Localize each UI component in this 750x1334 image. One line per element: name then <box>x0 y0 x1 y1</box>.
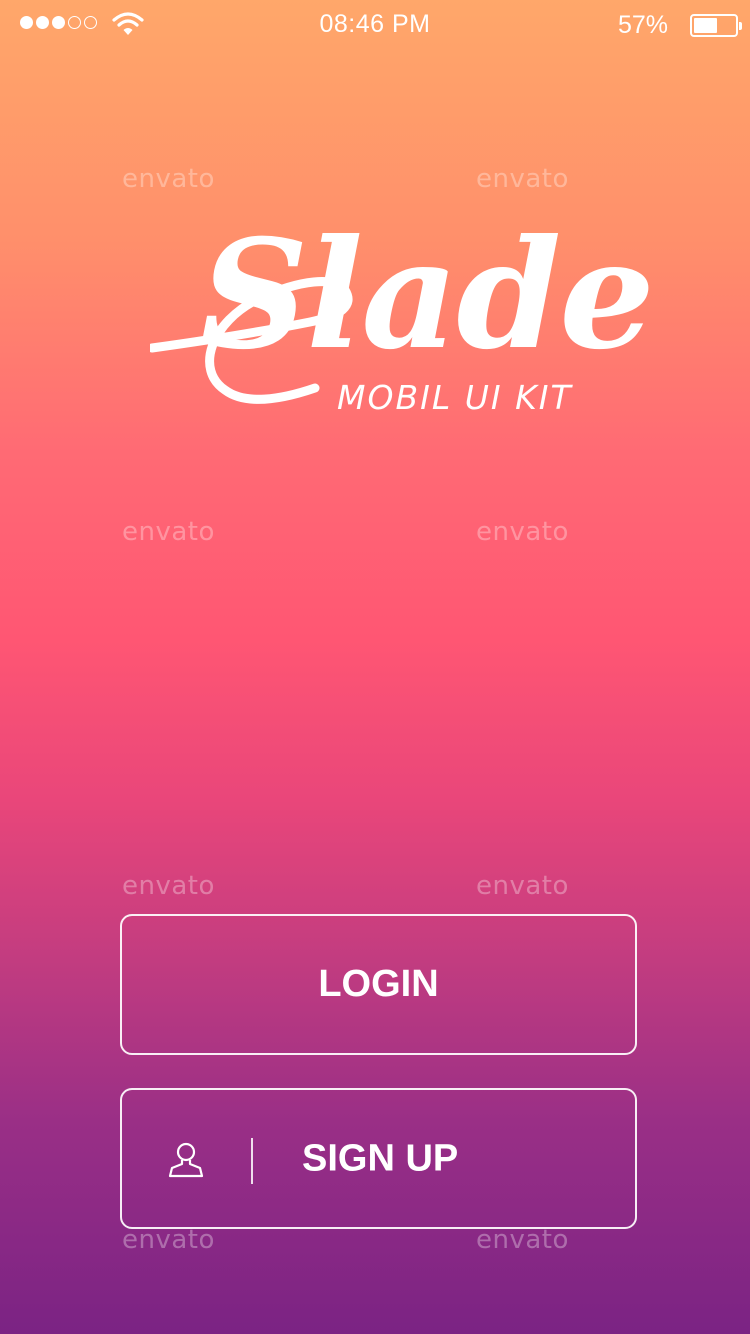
watermark: envato <box>122 164 215 194</box>
logo-subtitle: MOBIL UI KIT <box>337 378 573 417</box>
signup-label: SIGN UP <box>302 1137 459 1179</box>
watermark: envato <box>476 1225 569 1255</box>
logo-wordmark: Slade <box>200 207 655 383</box>
login-button[interactable]: LOGIN <box>120 914 637 1055</box>
battery-percentage: 57% <box>617 11 668 39</box>
watermark: envato <box>476 871 569 901</box>
signup-divider <box>251 1138 253 1184</box>
status-bar: 08:46 PM 57% <box>0 0 750 52</box>
watermark: envato <box>476 164 569 194</box>
user-icon <box>168 1142 204 1177</box>
battery-level <box>694 18 717 33</box>
app-logo: Slade MOBIL UI KIT <box>150 200 655 425</box>
battery-icon <box>690 14 742 37</box>
watermark: envato <box>476 517 569 547</box>
watermark: envato <box>122 517 215 547</box>
signup-button[interactable]: SIGN UP <box>120 1088 637 1229</box>
watermark: envato <box>122 1225 215 1255</box>
watermark: envato <box>122 871 215 901</box>
welcome-screen: 08:46 PM 57% envato envato envato envato… <box>0 0 750 1334</box>
